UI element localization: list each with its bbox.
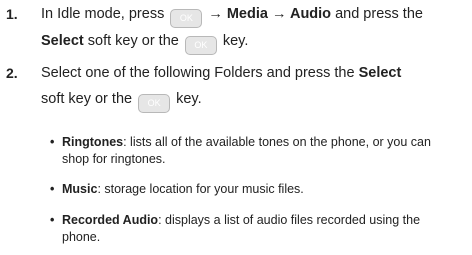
folder-line: Music: storage location for your music f… (62, 181, 470, 198)
folder-description: Recorded Audio: displays a list of audio… (62, 212, 470, 246)
folder-line: Ringtones: lists all of the available to… (62, 134, 470, 151)
instruction-text: and press the (335, 6, 423, 22)
step-line: soft key or the OK key. (41, 86, 469, 113)
step-text: Select one of the following Folders and … (41, 60, 469, 113)
folder-name: Music (62, 182, 98, 196)
ok-key-icon: OK (138, 94, 171, 113)
step-text: In Idle mode, press OK → Media → Audio and… (41, 1, 469, 55)
bullet-icon: • (50, 182, 55, 196)
folder-name: Ringtones (62, 135, 124, 149)
ok-key-icon: OK (184, 36, 217, 55)
select-softkey-label: Select (358, 65, 402, 81)
folder-line: Recorded Audio: displays a list of audio… (62, 212, 470, 229)
step-number: 1. (6, 6, 18, 22)
ok-key-icon: OK (170, 9, 203, 28)
instruction-text: key. (176, 91, 202, 107)
folder-name: Recorded Audio (62, 213, 159, 227)
folder-description: Ringtones: lists all of the available to… (62, 134, 470, 168)
folder-description: Music: storage location for your music f… (62, 181, 470, 198)
folder-desc: : displays a list of audio files recorde… (158, 213, 421, 227)
step-line: In Idle mode, press OK → Media → Audio and… (41, 1, 469, 28)
step-number: 2. (6, 65, 18, 81)
instruction-text: key. (222, 33, 249, 49)
instruction-text: In Idle mode, press (41, 6, 165, 22)
instruction-text: Select one of the following Folders and … (41, 65, 355, 81)
instruction-text: soft key or the (41, 91, 133, 107)
folder-desc: : lists all of the available tones on th… (123, 135, 431, 149)
step-line: Select one of the following Folders and … (41, 60, 469, 86)
select-softkey-label: Select (41, 33, 84, 49)
instruction-text: soft key or the (87, 33, 179, 49)
bullet-icon: • (50, 213, 55, 227)
bullet-icon: • (50, 135, 55, 149)
menu-path: → Media → Audio (208, 6, 332, 22)
folder-line: phone. (62, 230, 101, 244)
step-line: Select soft key or the OK key. (41, 28, 469, 55)
folder-desc: : storage location for your music files. (97, 182, 304, 196)
folder-line: shop for ringtones. (62, 152, 166, 166)
